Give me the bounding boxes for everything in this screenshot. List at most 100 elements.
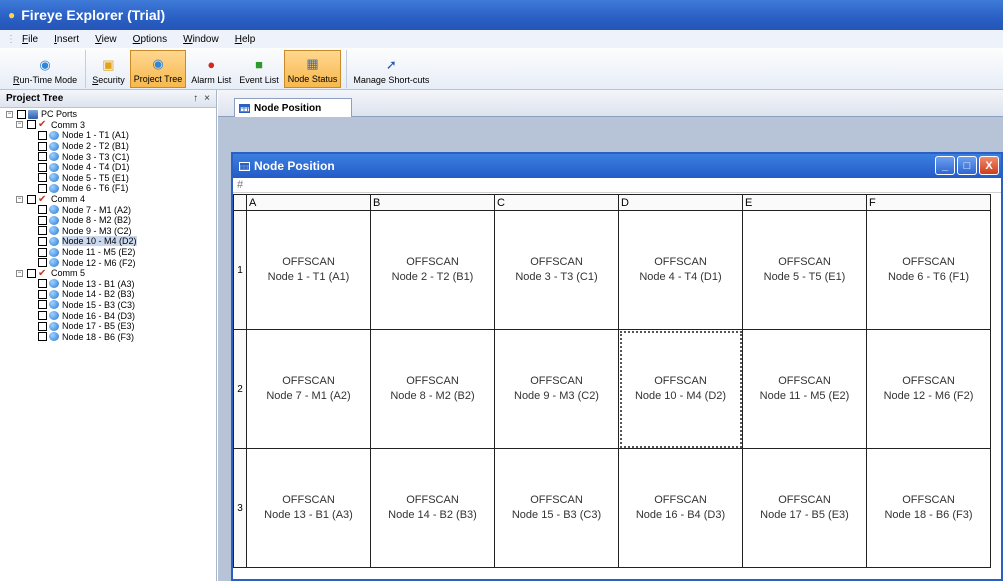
tree-item-node[interactable]: Node 17 - B5 (E3) xyxy=(0,321,216,332)
node-cell[interactable]: OFFSCAN Node 9 - M3 (C2) xyxy=(494,329,619,449)
node-cell[interactable]: OFFSCAN Node 13 - B1 (A3) xyxy=(246,448,371,568)
node-cell[interactable]: OFFSCAN Node 1 - T1 (A1) xyxy=(246,210,371,330)
tree-item-node[interactable]: Node 3 - T3 (C1) xyxy=(0,151,216,162)
tree-checkbox[interactable] xyxy=(38,289,47,299)
column-header[interactable]: D xyxy=(618,194,743,211)
alarm-list-button[interactable]: ● Alarm List xyxy=(188,50,234,88)
tree-checkbox[interactable] xyxy=(38,162,47,172)
tree-item-node[interactable]: Node 8 - M2 (B2) xyxy=(0,215,216,226)
tree-checkbox[interactable] xyxy=(38,173,47,183)
tree-item-node[interactable]: Node 18 - B6 (F3) xyxy=(0,331,216,342)
project-tree-button[interactable]: ◉ Project Tree xyxy=(129,50,187,88)
tree-item-node[interactable]: Node 15 - B3 (C3) xyxy=(0,300,216,311)
tree-checkbox[interactable] xyxy=(38,183,47,193)
tree-checkbox[interactable] xyxy=(38,300,47,310)
tree-item-node[interactable]: Node 9 - M3 (C2) xyxy=(0,226,216,237)
node-cell[interactable]: OFFSCAN Node 4 - T4 (D1) xyxy=(618,210,743,330)
tree-checkbox[interactable] xyxy=(38,226,47,236)
tree-item-node[interactable]: Node 11 - M5 (E2) xyxy=(0,247,216,258)
column-header[interactable]: F xyxy=(866,194,991,211)
tree-item-node[interactable]: Node 13 - B1 (A3) xyxy=(0,279,216,290)
tree-checkbox[interactable] xyxy=(38,247,47,257)
node-cell[interactable]: OFFSCAN Node 18 - B6 (F3) xyxy=(866,448,991,568)
tree-checkbox[interactable] xyxy=(38,141,47,151)
node-cell[interactable]: OFFSCAN Node 2 - T2 (B1) xyxy=(370,210,495,330)
menu-file[interactable]: File xyxy=(22,34,38,45)
tree-item-node[interactable]: Node 12 - M6 (F2) xyxy=(0,257,216,268)
menu-grip-icon[interactable]: ⋮ xyxy=(6,34,16,45)
node-cell[interactable]: OFFSCAN Node 14 - B2 (B3) xyxy=(370,448,495,568)
run-time-mode-button[interactable]: ◉ Run-Time Mode xyxy=(10,50,80,88)
collapse-icon[interactable]: − xyxy=(16,195,23,203)
menu-options[interactable]: Options xyxy=(133,34,167,45)
row-header[interactable]: 1 xyxy=(233,210,247,330)
manage-shortcuts-button[interactable]: ➚ Manage Short-cuts xyxy=(346,50,432,88)
menu-insert[interactable]: Insert xyxy=(54,34,79,45)
collapse-icon[interactable]: − xyxy=(16,121,23,129)
node-cell[interactable]: OFFSCAN Node 7 - M1 (A2) xyxy=(246,329,371,449)
tree-item-node[interactable]: Node 2 - T2 (B1) xyxy=(0,141,216,152)
tree-item-node[interactable]: Node 14 - B2 (B3) xyxy=(0,289,216,300)
column-header[interactable]: E xyxy=(742,194,867,211)
minimize-button[interactable]: _ xyxy=(935,156,955,175)
collapse-icon[interactable]: − xyxy=(6,110,13,118)
node-name-text: Node 7 - M1 (A2) xyxy=(266,390,351,402)
row-header[interactable]: 3 xyxy=(233,448,247,568)
tree-checkbox[interactable] xyxy=(38,332,47,342)
tree-item-node[interactable]: Node 7 - M1 (A2) xyxy=(0,204,216,215)
tree-checkbox[interactable] xyxy=(38,236,47,246)
node-cell[interactable]: OFFSCAN Node 11 - M5 (E2) xyxy=(742,329,867,449)
tree-item-node[interactable]: Node 16 - B4 (D3) xyxy=(0,310,216,321)
tree-item-node[interactable]: Node 4 - T4 (D1) xyxy=(0,162,216,173)
node-status-button[interactable]: ▦ Node Status xyxy=(283,50,342,88)
node-cell[interactable]: OFFSCAN Node 8 - M2 (B2) xyxy=(370,329,495,449)
tree-checkbox[interactable] xyxy=(38,215,47,225)
node-cell[interactable]: OFFSCAN Node 10 - M4 (D2) xyxy=(618,329,743,449)
tree-checkbox[interactable] xyxy=(17,109,26,119)
event-list-button[interactable]: ■ Event List xyxy=(236,50,282,88)
tree-item-node[interactable]: Node 6 - T6 (F1) xyxy=(0,183,216,194)
tree-item-comm[interactable]: − ✔ Comm 5 xyxy=(0,268,216,279)
collapse-icon[interactable]: − xyxy=(16,269,23,277)
grid-select-icon[interactable]: # xyxy=(237,179,243,191)
tree-item-node[interactable]: Node 5 - T5 (E1) xyxy=(0,173,216,184)
close-panel-icon[interactable]: × xyxy=(204,93,210,104)
tree-checkbox[interactable] xyxy=(38,205,47,215)
column-header[interactable]: B xyxy=(370,194,495,211)
menu-window[interactable]: Window xyxy=(183,34,219,45)
menu-help[interactable]: Help xyxy=(235,34,256,45)
column-header[interactable]: A xyxy=(246,194,371,211)
menu-view[interactable]: View xyxy=(95,34,117,45)
tree-item-pc-ports[interactable]: − PC Ports xyxy=(0,109,216,120)
tree-checkbox[interactable] xyxy=(27,194,36,204)
node-cell[interactable]: OFFSCAN Node 5 - T5 (E1) xyxy=(742,210,867,330)
node-cell[interactable]: OFFSCAN Node 12 - M6 (F2) xyxy=(866,329,991,449)
tree-checkbox[interactable] xyxy=(38,279,47,289)
node-cell[interactable]: OFFSCAN Node 17 - B5 (E3) xyxy=(742,448,867,568)
node-cell[interactable]: OFFSCAN Node 6 - T6 (F1) xyxy=(866,210,991,330)
maximize-button[interactable]: □ xyxy=(957,156,977,175)
node-cell[interactable]: OFFSCAN Node 16 - B4 (D3) xyxy=(618,448,743,568)
security-button[interactable]: ▣ Security xyxy=(85,50,128,88)
node-position-title-bar[interactable]: Node Position _ □ X xyxy=(233,154,1001,178)
pin-icon[interactable]: ↑ xyxy=(193,93,198,104)
column-header[interactable]: C xyxy=(494,194,619,211)
grid-corner[interactable] xyxy=(233,194,247,211)
node-cell[interactable]: OFFSCAN Node 15 - B3 (C3) xyxy=(494,448,619,568)
tree-checkbox[interactable] xyxy=(38,152,47,162)
row-header[interactable]: 2 xyxy=(233,329,247,449)
tree-item-comm[interactable]: − ✔ Comm 3 xyxy=(0,120,216,131)
tree-item-node[interactable]: Node 1 - T1 (A1) xyxy=(0,130,216,141)
app-title-bar[interactable]: ● Fireye Explorer (Trial) xyxy=(0,0,1003,30)
tab-node-position[interactable]: Node Position xyxy=(234,98,352,117)
tree-item-comm[interactable]: − ✔ Comm 4 xyxy=(0,194,216,205)
tree-checkbox[interactable] xyxy=(27,120,36,130)
tree-checkbox[interactable] xyxy=(38,311,47,321)
node-cell[interactable]: OFFSCAN Node 3 - T3 (C1) xyxy=(494,210,619,330)
tree-item-node[interactable]: Node 10 - M4 (D2) xyxy=(0,236,216,247)
tree-checkbox[interactable] xyxy=(27,268,36,278)
close-button[interactable]: X xyxy=(979,156,999,175)
tree-checkbox[interactable] xyxy=(38,258,47,268)
tree-checkbox[interactable] xyxy=(38,130,47,140)
tree-checkbox[interactable] xyxy=(38,321,47,331)
